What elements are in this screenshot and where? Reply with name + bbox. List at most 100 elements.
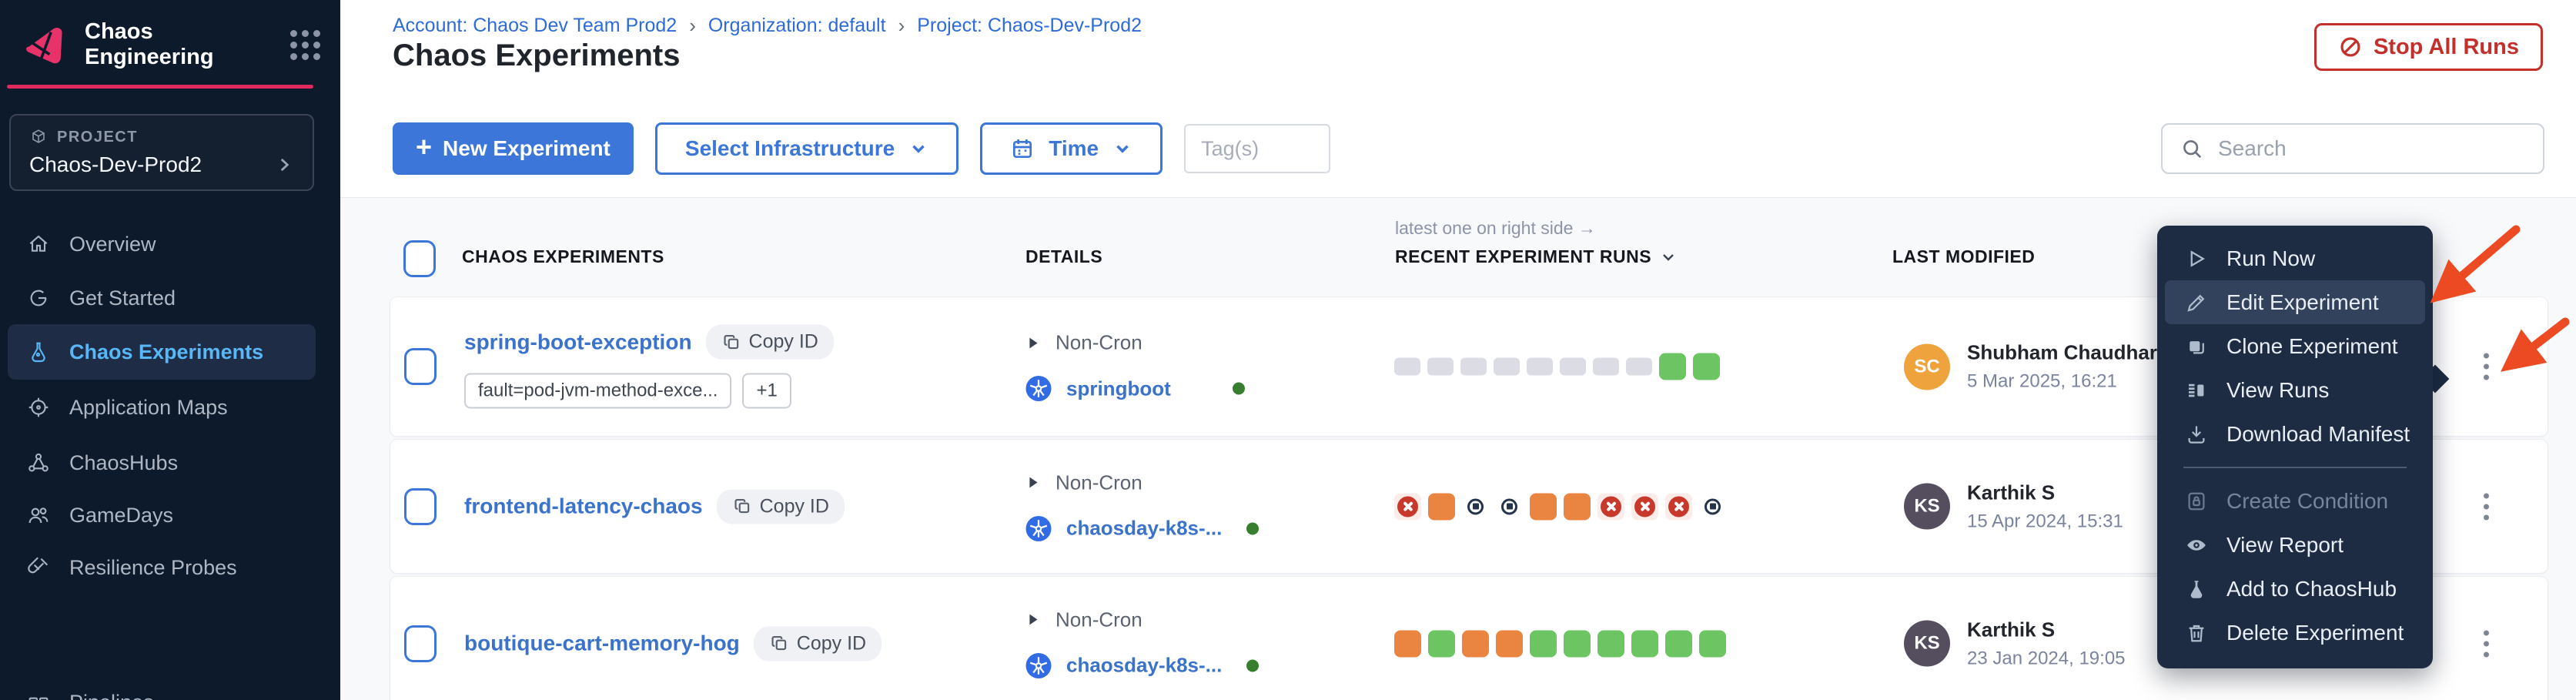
menu-item-edit-experiment[interactable]: Edit Experiment (2165, 280, 2425, 324)
run-status-failed[interactable] (1631, 493, 1658, 520)
row-checkbox[interactable] (404, 488, 437, 525)
breadcrumb-organization[interactable]: Organization: default (708, 15, 886, 37)
cube-icon (29, 128, 48, 146)
infra-status-dot (1246, 659, 1259, 672)
menu-item-clone-experiment[interactable]: Clone Experiment (2157, 324, 2433, 368)
schedule-type: Non-Cron (1055, 471, 1142, 494)
breadcrumb-account[interactable]: Account: Chaos Dev Team Prod2 (393, 15, 677, 37)
list-icon (2185, 379, 2208, 402)
experiment-name-link[interactable]: frontend-latency-chaos (464, 494, 703, 519)
experiment-name-link[interactable]: boutique-cart-memory-hog (464, 631, 740, 656)
menu-item-create-condition: Create Condition (2157, 479, 2433, 523)
copy-id-button[interactable]: Copy ID (717, 489, 845, 524)
play-triangle-icon (1025, 611, 1042, 628)
menu-item-add-to-chaoshub[interactable]: Add to ChaosHub (2157, 567, 2433, 611)
tag-more-chip[interactable]: +1 (742, 373, 791, 409)
run-status-empty[interactable] (1460, 358, 1487, 376)
run-status-empty[interactable] (1593, 358, 1619, 376)
infrastructure-link[interactable]: chaosday-k8s-... (1066, 517, 1222, 541)
schedule-type: Non-Cron (1055, 331, 1142, 355)
run-status-passed[interactable] (1693, 353, 1720, 380)
run-status-empty[interactable] (1527, 358, 1553, 376)
app-switcher-icon[interactable] (290, 30, 320, 60)
copy-id-button[interactable]: Copy ID (754, 626, 882, 661)
sidebar-item-gamedays[interactable]: GameDays (8, 487, 316, 543)
run-status-aborted[interactable] (1496, 630, 1523, 657)
run-status-aborted[interactable] (1394, 630, 1421, 657)
project-selector[interactable]: PROJECT Chaos-Dev-Prod2 (9, 114, 314, 191)
row-context-menu: Run Now Edit Experiment Clone Experiment… (2157, 226, 2433, 668)
kubernetes-icon (1025, 651, 1052, 679)
run-status-passed[interactable] (1699, 630, 1726, 657)
sidebar-item-resilience-probes[interactable]: Resilience Probes (8, 540, 316, 595)
run-status-passed[interactable] (1530, 630, 1557, 657)
copy-id-button[interactable]: Copy ID (706, 325, 834, 360)
sidebar-item-chaoshubs[interactable]: ChaosHubs (8, 435, 316, 491)
run-status-empty[interactable] (1427, 358, 1454, 376)
sidebar-item-label: Resilience Probes (69, 556, 237, 580)
menu-item-run-now[interactable]: Run Now (2157, 236, 2433, 280)
play-triangle-icon (1025, 474, 1042, 491)
run-status-passed[interactable] (1659, 353, 1686, 380)
modified-by-name: Shubham Chaudhary (1967, 341, 2168, 365)
run-status-failed[interactable] (1394, 493, 1421, 520)
new-experiment-button[interactable]: + New Experiment (393, 122, 634, 175)
run-status-failed[interactable] (1597, 493, 1624, 520)
search-input[interactable] (2216, 136, 2526, 162)
infra-status-dot (1233, 383, 1245, 395)
run-status-empty[interactable] (1560, 358, 1586, 376)
search-box[interactable] (2161, 123, 2544, 174)
sidebar-item-application-maps[interactable]: Application Maps (8, 380, 316, 435)
row-menu-button[interactable] (2476, 622, 2497, 665)
experiment-name-link[interactable]: spring-boot-exception (464, 330, 692, 354)
tags-filter-input[interactable] (1184, 124, 1330, 173)
divider (340, 197, 2576, 198)
select-all-checkbox[interactable] (403, 240, 436, 277)
run-status-passed[interactable] (1631, 630, 1658, 657)
breadcrumb-project[interactable]: Project: Chaos-Dev-Prod2 (917, 15, 1142, 37)
tag-chip[interactable]: fault=pod-jvm-method-exce... (464, 373, 731, 409)
sidebar-item-pipelines[interactable]: Pipelines (8, 675, 316, 700)
run-status-aborted[interactable] (1564, 493, 1591, 520)
run-status-stopped[interactable] (1462, 493, 1489, 520)
run-status-failed[interactable] (1665, 493, 1692, 520)
project-label: PROJECT (57, 129, 138, 146)
column-header-details: DETAILS (1025, 246, 1102, 267)
run-status-stopped[interactable] (1699, 493, 1726, 520)
infrastructure-link[interactable]: chaosday-k8s-... (1066, 654, 1222, 678)
sidebar-item-get-started[interactable]: Get Started (8, 270, 316, 326)
menu-item-view-runs[interactable]: View Runs (2157, 368, 2433, 412)
modified-by-name: Karthik S (1967, 618, 2126, 641)
menu-item-download-manifest[interactable]: Download Manifest (2157, 412, 2433, 456)
run-status-aborted[interactable] (1530, 493, 1557, 520)
run-status-empty[interactable] (1626, 358, 1652, 376)
chaos-engineering-logo-icon (23, 24, 68, 65)
run-status-aborted[interactable] (1428, 493, 1455, 520)
run-status-stopped[interactable] (1496, 493, 1523, 520)
sidebar-item-chaos-experiments[interactable]: Chaos Experiments (8, 324, 316, 380)
column-header-recent-runs[interactable]: RECENT EXPERIMENT RUNS (1395, 246, 1678, 267)
row-checkbox[interactable] (404, 625, 437, 662)
run-status-empty[interactable] (1494, 358, 1520, 376)
menu-item-delete-experiment[interactable]: Delete Experiment (2157, 611, 2433, 655)
sidebar-item-label: GameDays (69, 504, 173, 528)
stop-all-runs-button[interactable]: Stop All Runs (2314, 23, 2543, 71)
run-status-passed[interactable] (1428, 630, 1455, 657)
column-header-last-modified: LAST MODIFIED (1892, 246, 2035, 267)
row-menu-button[interactable] (2476, 485, 2497, 528)
time-filter-dropdown[interactable]: Time (980, 122, 1163, 175)
sidebar-item-overview[interactable]: Overview (8, 216, 316, 272)
run-status-passed[interactable] (1665, 630, 1692, 657)
infrastructure-link[interactable]: springboot (1066, 377, 1171, 400)
recent-runs (1394, 493, 1726, 520)
row-checkbox[interactable] (404, 348, 437, 385)
run-status-empty[interactable] (1394, 358, 1420, 376)
run-status-aborted[interactable] (1462, 630, 1489, 657)
menu-item-view-report[interactable]: View Report (2157, 523, 2433, 567)
run-status-passed[interactable] (1597, 630, 1624, 657)
select-infrastructure-dropdown[interactable]: Select Infrastructure (655, 122, 958, 175)
run-status-passed[interactable] (1564, 630, 1591, 657)
sidebar-item-label: ChaosHubs (69, 451, 178, 475)
lock-icon (2185, 490, 2208, 513)
row-menu-button[interactable] (2476, 346, 2497, 388)
